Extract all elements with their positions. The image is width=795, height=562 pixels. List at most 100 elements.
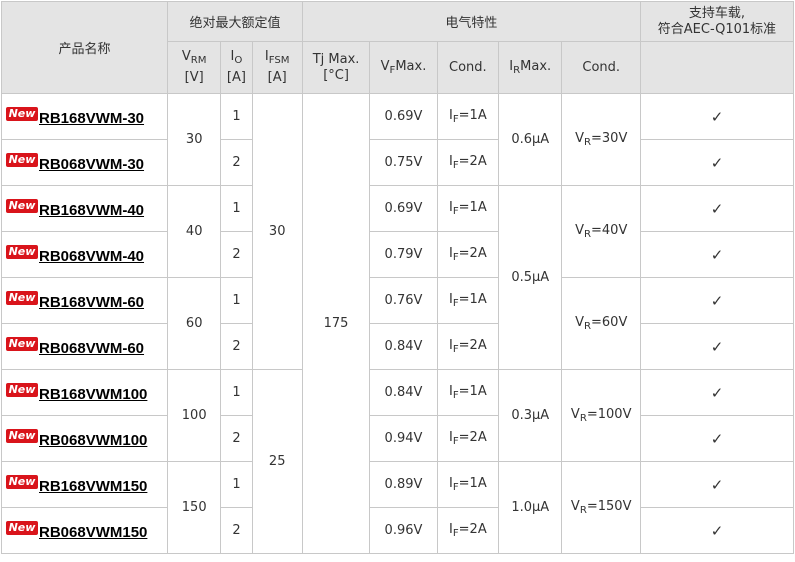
header-ir-rest: Max. bbox=[520, 58, 552, 74]
new-badge-icon: New bbox=[6, 521, 38, 535]
table-body: New RB168VWM-30 30 1 30 175 0.69V IF=1A 0.6μA VR=… bbox=[0, 93, 795, 554]
automotive-cell: ✓ bbox=[639, 231, 795, 278]
table-row: New RB168VWM-60 60 1 0.76V IF=1A VR=60V ✓ bbox=[0, 277, 795, 370]
check-icon: ✓ bbox=[710, 337, 724, 356]
vf-cond-value: =2A bbox=[458, 521, 487, 537]
header-ir: IRMax. bbox=[498, 41, 563, 94]
io-cell: 1 bbox=[220, 369, 253, 416]
header-electrical: 电气特性 bbox=[301, 1, 641, 42]
vf-cell: 0.75V bbox=[369, 139, 438, 186]
check-icon: ✓ bbox=[710, 429, 724, 448]
header-product-name: 产品名称 bbox=[0, 1, 169, 94]
vf-cell: 0.69V bbox=[369, 93, 438, 140]
new-badge-icon: New bbox=[6, 383, 38, 397]
automotive-cell: ✓ bbox=[639, 323, 795, 370]
vf-cell: 0.76V bbox=[369, 277, 438, 324]
vf-cell: 0.94V bbox=[369, 415, 438, 462]
check-icon: ✓ bbox=[710, 245, 724, 264]
part-number-link[interactable]: RB168VWM150 bbox=[39, 478, 147, 495]
header-cond-ir: Cond. bbox=[561, 41, 641, 94]
vr-cond-value: =30V bbox=[591, 130, 628, 146]
vr-cond-sub: R bbox=[583, 137, 592, 149]
part-number-link[interactable]: RB068VWM-40 bbox=[39, 248, 144, 265]
vf-cond-value: =1A bbox=[458, 199, 487, 215]
vf-cell: 0.89V bbox=[369, 461, 438, 508]
io-cell: 1 bbox=[220, 93, 253, 140]
header-vrm-symbol: V bbox=[181, 49, 191, 65]
new-badge-icon: New bbox=[6, 199, 38, 213]
vf-cond-value: =2A bbox=[458, 153, 487, 169]
header-io: IO [A] bbox=[220, 41, 253, 94]
check-icon: ✓ bbox=[710, 199, 724, 218]
vf-cond-value: =1A bbox=[458, 475, 487, 491]
product-name-cell: New RB168VWM-30 bbox=[0, 93, 169, 140]
header-tj: Tj Max. [°C] bbox=[301, 41, 371, 94]
vrm-cell: 60 bbox=[167, 277, 222, 370]
tj-cell: 175 bbox=[301, 93, 371, 554]
header-vf: VFMax. bbox=[369, 41, 438, 94]
part-number-link[interactable]: RB068VWM150 bbox=[39, 524, 147, 541]
check-icon: ✓ bbox=[710, 107, 724, 126]
product-name-cell: New RB068VWM-30 bbox=[0, 139, 169, 186]
header-ifsm-sub: FSM bbox=[268, 55, 290, 67]
header-abs-max: 绝对最大额定值 bbox=[167, 1, 303, 42]
vr-cond-value: =60V bbox=[591, 314, 628, 330]
vf-cond-cell: IF=2A bbox=[436, 323, 500, 370]
table-row: New RB168VWM-30 30 1 30 175 0.69V IF=1A 0.6μA VR=… bbox=[0, 93, 795, 554]
vf-cond-value: =2A bbox=[458, 337, 487, 353]
table-row: New RB068VWM-60 2 0.84V IF=2A ✓ bbox=[0, 323, 795, 370]
header-automotive-line1: 支持车载, bbox=[688, 5, 746, 21]
part-number-link[interactable]: RB068VWM100 bbox=[39, 432, 147, 449]
automotive-cell: ✓ bbox=[639, 507, 795, 554]
ir-cell: 1.0μA bbox=[498, 461, 563, 554]
part-number-link[interactable]: RB068VWM-30 bbox=[39, 156, 144, 173]
table-row: New RB168VWM100 100 1 25 0.84V IF=1A 0.3μA VR=10… bbox=[0, 369, 795, 554]
check-icon: ✓ bbox=[710, 291, 724, 310]
product-name-cell: New RB168VWM150 bbox=[0, 461, 169, 508]
automotive-cell: ✓ bbox=[639, 277, 795, 324]
header-vrm-sub: RM bbox=[190, 55, 207, 67]
vf-cond-cell: IF=1A bbox=[436, 461, 500, 508]
header-vf-symbol: V bbox=[380, 58, 390, 74]
vr-cond-symbol: V bbox=[575, 130, 584, 146]
header-vrm: VRM [V] bbox=[167, 41, 222, 94]
new-badge-icon: New bbox=[6, 429, 38, 443]
new-badge-icon: New bbox=[6, 245, 38, 259]
vr-cond-cell: VR=150V bbox=[561, 461, 641, 554]
table-row: New RB168VWM150 150 1 0.89V IF=1A 1.0μA VR=150V… bbox=[0, 461, 795, 554]
product-name-cell: New RB068VWM100 bbox=[0, 415, 169, 462]
header-ifsm-unit: [A] bbox=[267, 69, 287, 85]
vr-cond-cell: VR=40V bbox=[561, 185, 641, 278]
new-badge-icon: New bbox=[6, 475, 38, 489]
automotive-cell: ✓ bbox=[639, 185, 795, 232]
part-number-link[interactable]: RB168VWM-60 bbox=[39, 294, 144, 311]
vf-cell: 0.79V bbox=[369, 231, 438, 278]
new-badge-icon: New bbox=[6, 107, 38, 121]
vr-cond-cell: VR=100V bbox=[561, 369, 641, 462]
part-number-link[interactable]: RB168VWM100 bbox=[39, 386, 147, 403]
vf-cond-cell: IF=2A bbox=[436, 507, 500, 554]
automotive-cell: ✓ bbox=[639, 139, 795, 186]
part-number-link[interactable]: RB068VWM-60 bbox=[39, 340, 144, 357]
ifsm-cell: 30 bbox=[251, 93, 303, 370]
new-badge-icon: New bbox=[6, 153, 38, 167]
part-number-link[interactable]: RB168VWM-40 bbox=[39, 202, 144, 219]
table-row: New RB168VWM-40 40 1 0.69V IF=1A 0.5μA VR=40V ✓ bbox=[0, 185, 795, 370]
header-tj-label: Tj Max. bbox=[312, 51, 360, 67]
io-cell: 2 bbox=[220, 231, 253, 278]
io-cell: 1 bbox=[220, 277, 253, 324]
product-name-cell: New RB168VWM-60 bbox=[0, 277, 169, 324]
vf-cell: 0.84V bbox=[369, 323, 438, 370]
io-cell: 2 bbox=[220, 415, 253, 462]
new-badge-icon: New bbox=[6, 291, 38, 305]
io-cell: 2 bbox=[220, 323, 253, 370]
part-number-link[interactable]: RB168VWM-30 bbox=[39, 110, 144, 127]
header-automotive-blank bbox=[639, 41, 795, 94]
header-io-sub: O bbox=[234, 55, 243, 67]
automotive-cell: ✓ bbox=[639, 93, 795, 140]
product-name-cell: New RB068VWM-40 bbox=[0, 231, 169, 278]
check-icon: ✓ bbox=[710, 521, 724, 540]
vf-cond-value: =1A bbox=[458, 383, 487, 399]
vf-cell: 0.69V bbox=[369, 185, 438, 232]
product-name-cell: New RB068VWM-60 bbox=[0, 323, 169, 370]
